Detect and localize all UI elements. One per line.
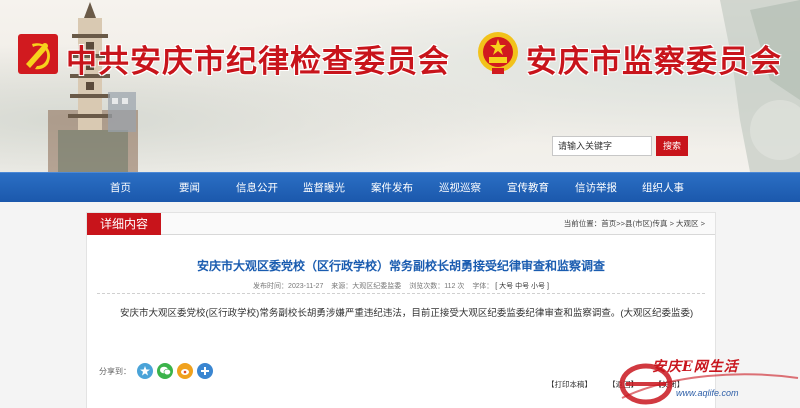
nav-item-supervision-exposure[interactable]: 监督曝光	[303, 173, 345, 203]
nav-item-organization[interactable]: 组织人事	[642, 173, 684, 203]
section-tab-details: 详细内容	[87, 213, 161, 235]
weibo-icon[interactable]	[177, 363, 193, 379]
article-body: 安庆市大观区委党校(区行政学校)常务副校长胡勇涉嫌严重违纪违法，目前正接受大观区…	[120, 308, 694, 319]
pagoda-illustration	[48, 2, 138, 172]
share-label: 分享到：	[99, 366, 131, 376]
search-input[interactable]	[552, 136, 652, 156]
print-link[interactable]: 【打印本稿】	[547, 380, 592, 389]
panel-header: 详细内容 当前位置：首页>>县(市区)传真 > 大观区 >	[87, 213, 715, 235]
party-emblem-icon	[18, 34, 58, 74]
main-nav: 首页 要闻 信息公开 监督曝光 案件发布 巡视巡察 宣传教育 信访举报 组织人事	[0, 172, 800, 202]
header-banner: 中共安庆市纪律检查委员会 安庆市监察委员会 搜索	[0, 0, 800, 172]
search-button[interactable]: 搜索	[656, 136, 688, 156]
nav-item-info-disclosure[interactable]: 信息公开	[236, 173, 278, 203]
share-bar: 分享到：	[99, 361, 217, 381]
nav-item-case-release[interactable]: 案件发布	[371, 173, 413, 203]
mountain-illustration	[720, 0, 800, 172]
nav-item-home[interactable]: 首页	[110, 173, 131, 203]
watermark-text: 安庆E网生活	[652, 359, 739, 375]
org-title-discipline-commission: 中共安庆市纪律检查委员会	[66, 44, 450, 80]
article-source: 来源：大观区纪委监委	[331, 283, 402, 290]
national-emblem-icon	[478, 32, 518, 74]
view-count: 浏览次数：112 次	[409, 283, 465, 290]
nav-item-education[interactable]: 宣传教育	[507, 173, 549, 203]
publish-date: 发布时间：2023-11-27	[253, 283, 324, 290]
breadcrumb[interactable]: 当前位置：首页>>县(市区)传真 > 大观区 >	[564, 213, 705, 235]
font-size-label: 字体：	[472, 283, 494, 290]
article-meta: 发布时间：2023-11-27 来源：大观区纪委监委 浏览次数：112 次 字体…	[87, 281, 715, 291]
nav-item-inspection[interactable]: 巡视巡察	[439, 173, 481, 203]
more-icon[interactable]	[197, 363, 213, 379]
article-title: 安庆市大观区委党校（区行政学校）常务副校长胡勇接受纪律审查和监察调查	[196, 259, 605, 273]
wechat-icon[interactable]	[157, 363, 173, 379]
font-size-options[interactable]: [ 大号 中号 小号 ]	[495, 283, 549, 290]
meta-divider	[97, 293, 705, 294]
nav-item-news[interactable]: 要闻	[179, 173, 200, 203]
qzone-icon[interactable]	[137, 363, 153, 379]
org-title-supervisory-commission: 安庆市监察委员会	[526, 44, 782, 80]
watermark-url: www.aqlife.com	[676, 388, 739, 398]
nav-item-petition-report[interactable]: 信访举报	[575, 173, 617, 203]
